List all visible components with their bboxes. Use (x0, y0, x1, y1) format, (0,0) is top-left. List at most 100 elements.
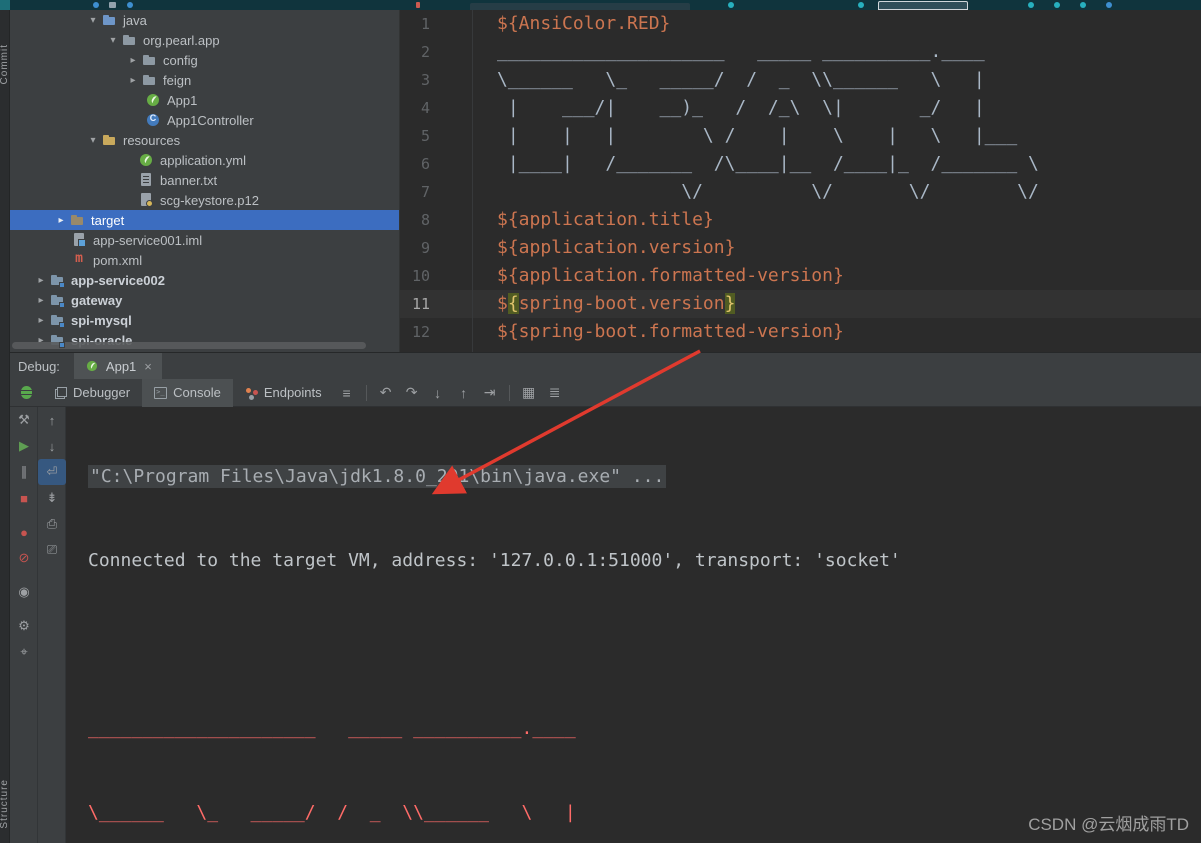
class-icon (145, 112, 161, 128)
chevron-down-icon[interactable] (85, 15, 101, 26)
tree-item-feign[interactable]: feign (10, 70, 399, 90)
debug-actions-toolbar: ⚒ ▶ ∥ ■ ● ⊘ ◉ ⚙ ⌖ (10, 407, 38, 843)
view-breakpoints-icon[interactable]: ● (10, 519, 38, 545)
step-into-icon[interactable]: ↓ (425, 385, 451, 401)
chevron-right-icon[interactable] (53, 215, 69, 226)
close-icon[interactable]: × (144, 359, 152, 374)
tab-console[interactable]: Console (142, 378, 233, 407)
tree-item-banner-txt[interactable]: banner.txt (10, 170, 399, 190)
tree-item-config[interactable]: config (10, 50, 399, 70)
settings-gear-icon[interactable]: ⚙ (10, 613, 38, 639)
tree-item-label: app-service001.iml (93, 232, 203, 248)
tree-item-label: scg-keystore.p12 (160, 192, 259, 208)
code-text: \/ \/ \/ \/ (497, 181, 1039, 202)
toolbar-icon-sliver (416, 2, 420, 8)
layout-list-icon[interactable]: ≣ (542, 384, 568, 401)
pin-icon[interactable]: ⌖ (10, 639, 38, 665)
step-over-icon[interactable]: ↷ (399, 384, 425, 401)
line-number: 12 (411, 323, 430, 341)
tree-item-target[interactable]: target (10, 210, 399, 230)
chevron-down-icon[interactable] (105, 35, 121, 46)
toolbar-corner-block (0, 0, 10, 10)
show-execution-point-icon[interactable]: ↶ (373, 384, 399, 401)
session-tab-label: App1 (105, 358, 137, 374)
up-stack-trace-icon[interactable]: ↑ (38, 407, 66, 433)
chevron-right-icon[interactable] (125, 75, 141, 86)
line-number: 5 (420, 127, 430, 145)
chevron-right-icon[interactable] (33, 275, 49, 286)
tree-item-app-service001-iml[interactable]: app-service001.iml (10, 230, 399, 250)
chevron-right-icon[interactable] (33, 295, 49, 306)
editor-line[interactable]: 9 ${application.version} (400, 234, 1201, 262)
run-to-cursor-icon[interactable]: ⇥ (477, 384, 503, 401)
line-number: 7 (420, 183, 430, 201)
toolbar-icon-sliver (1106, 2, 1112, 8)
tree-item-org-pearl-app[interactable]: org.pearl.app (10, 30, 399, 50)
chevron-right-icon[interactable] (33, 315, 49, 326)
pause-icon[interactable]: ∥ (10, 459, 38, 485)
print-icon[interactable]: ⎙ (38, 511, 66, 537)
tree-item-app1[interactable]: App1 (10, 90, 399, 110)
code-editor[interactable]: 1 ${AnsiColor.RED} 2 ___________________… (400, 10, 1201, 352)
editor-line[interactable]: 6 |____| /_______ /\____|__ /____|_ /___… (400, 150, 1201, 178)
tree-item-spi-mysql[interactable]: spi-mysql (10, 310, 399, 330)
tab-debugger[interactable]: Debugger (43, 379, 142, 407)
tab-endpoints[interactable]: Endpoints (233, 379, 334, 407)
module-folder-icon (49, 292, 65, 308)
console-output[interactable]: "C:\Program Files\Java\jdk1.8.0_201\bin\… (66, 407, 1201, 843)
tree-item-java[interactable]: java (10, 10, 399, 30)
line-number: 2 (420, 43, 430, 61)
down-stack-trace-icon[interactable]: ↓ (38, 433, 66, 459)
thread-dump-camera-icon[interactable]: ◉ (10, 579, 38, 605)
editor-line[interactable]: 1 ${AnsiColor.RED} (400, 10, 1201, 38)
tree-item-scg-keystore[interactable]: scg-keystore.p12 (10, 190, 399, 210)
soft-wrap-icon[interactable]: ⏎ (38, 459, 66, 485)
package-icon (141, 52, 157, 68)
chevron-right-icon[interactable] (125, 55, 141, 66)
editor-line[interactable]: 5 | | | \ / | \ | \ |___ (400, 122, 1201, 150)
console-icon (154, 386, 168, 399)
chevron-down-icon[interactable] (85, 135, 101, 146)
editor-line[interactable]: 10 ${application.formatted-version} (400, 262, 1201, 290)
endpoints-icon (245, 387, 258, 399)
horizontal-scrollbar[interactable] (12, 342, 366, 349)
editor-line[interactable]: 7 \/ \/ \/ \/ (400, 178, 1201, 206)
editor-line-current[interactable]: 11 ${spring-boot.version} (400, 290, 1201, 318)
editor-line[interactable]: 4 | ___/| __)_ / /_\ \| _/ | (400, 94, 1201, 122)
editor-line[interactable]: 8 ${application.title} (400, 206, 1201, 234)
tree-item-label: App1Controller (167, 112, 254, 128)
debug-session-tab[interactable]: App1 × (73, 352, 162, 380)
layout-grid-icon[interactable]: ▦ (516, 384, 542, 401)
code-text: | | | \ / | \ | \ |___ (497, 125, 1018, 146)
tree-item-label: banner.txt (160, 172, 218, 188)
editor-line[interactable]: 3 \______ \_ _____/ / _ \\______ \ | (400, 66, 1201, 94)
ide-window: Commit Structure java org.pearl.app conf… (0, 0, 1201, 843)
editor-line[interactable]: 2 _____________________ _____ __________… (400, 38, 1201, 66)
scroll-to-end-icon[interactable]: ⇟ (38, 485, 66, 511)
tree-item-app-service002[interactable]: app-service002 (10, 270, 399, 290)
toolbar-icon-sliver (1054, 2, 1060, 8)
stop-icon[interactable]: ■ (10, 485, 38, 511)
tree-item-application-yml[interactable]: application.yml (10, 150, 399, 170)
project-tree-panel: java org.pearl.app config feign App1 App… (10, 10, 400, 352)
line-number: 1 (420, 15, 430, 33)
tree-item-pom-xml[interactable]: pom.xml (10, 250, 399, 270)
package-icon (141, 72, 157, 88)
rerun-settings-icon[interactable]: ⚒ (10, 407, 38, 433)
resume-icon[interactable]: ▶ (10, 433, 38, 459)
clear-all-icon[interactable]: ⎚ (38, 537, 66, 563)
step-out-icon[interactable]: ↑ (451, 385, 477, 401)
spring-boot-icon (85, 359, 99, 373)
tree-item-gateway[interactable]: gateway (10, 290, 399, 310)
toolbar-icon-sliver (1028, 2, 1034, 8)
editor-line[interactable]: 12 ${spring-boot.formatted-version} (400, 318, 1201, 346)
tree-item-label: resources (123, 132, 181, 148)
options-menu-icon[interactable]: ≡ (334, 385, 360, 401)
code-text: ${application.formatted-version} (497, 265, 844, 286)
tree-item-resources[interactable]: resources (10, 130, 399, 150)
top-toolbar-sliver (0, 0, 1201, 10)
debug-bug-icon (21, 386, 32, 399)
tree-item-app1controller[interactable]: App1Controller (10, 110, 399, 130)
mute-breakpoints-icon[interactable]: ⊘ (10, 545, 38, 571)
